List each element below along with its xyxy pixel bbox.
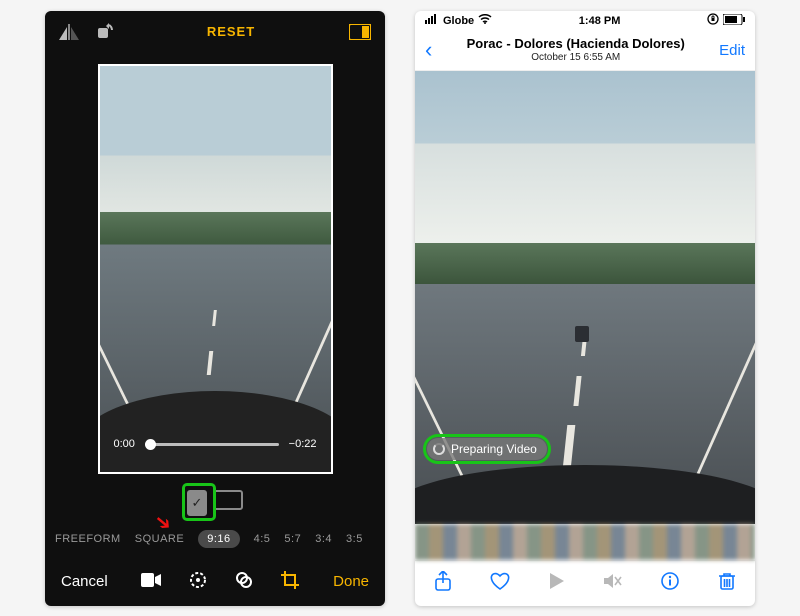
status-bar: Globe 1:48 PM: [415, 11, 755, 31]
ratio-4-5[interactable]: 4:5: [254, 533, 271, 545]
battery-icon: [723, 14, 745, 28]
signal-icon: [425, 14, 439, 27]
ratio-5-7[interactable]: 5:7: [284, 533, 301, 545]
crop-tool-icon[interactable]: [281, 571, 299, 593]
rotate-icon[interactable]: [95, 23, 113, 41]
datetime-subtitle: October 15 6:55 AM: [432, 52, 719, 64]
crop-editor-screen: RESET 0:00 −0:22 ✓ ➔ FREEF: [45, 11, 385, 606]
crop-frame[interactable]: 0:00 −0:22: [98, 64, 333, 474]
cancel-button[interactable]: Cancel: [61, 573, 108, 590]
editor-bottom-bar: Cancel Done: [45, 558, 385, 606]
aspect-ratio-row[interactable]: FREEFORM SQUARE 9:16 4:5 5:7 3:4 3:5: [45, 522, 385, 558]
trash-icon[interactable]: [719, 572, 735, 595]
location-title: Porac - Dolores (Hacienda Dolores): [432, 37, 719, 52]
video-preview: [100, 66, 331, 472]
reset-button[interactable]: RESET: [207, 24, 255, 39]
back-button[interactable]: ‹: [425, 37, 432, 63]
clock-label: 1:48 PM: [492, 15, 707, 27]
video-tool-icon[interactable]: [141, 573, 161, 591]
info-icon[interactable]: [661, 572, 679, 595]
thumbnail-strip[interactable]: [415, 524, 755, 560]
filters-tool-icon[interactable]: [235, 571, 253, 593]
play-icon: [550, 573, 564, 594]
orientation-row: ✓ ➔: [45, 486, 385, 522]
flip-horizontal-icon[interactable]: [59, 24, 79, 40]
spinner-icon: [433, 443, 445, 455]
viewer-toolbar: [415, 560, 755, 606]
photos-viewer-screen: Globe 1:48 PM ‹ Porac - Dolores (Haciend…: [415, 11, 755, 606]
adjust-tool-icon[interactable]: [189, 571, 207, 593]
mute-icon: [604, 573, 622, 594]
editor-top-bar: RESET: [45, 11, 385, 53]
nav-bar: ‹ Porac - Dolores (Hacienda Dolores) Oct…: [415, 31, 755, 71]
time-elapsed: 0:00: [114, 438, 135, 450]
done-button[interactable]: Done: [333, 573, 369, 590]
carrier-label: Globe: [443, 15, 474, 27]
ratio-3-5[interactable]: 3:5: [346, 533, 363, 545]
preparing-video-pill: Preparing Video: [427, 438, 547, 460]
time-remaining: −0:22: [289, 438, 317, 450]
preparing-label: Preparing Video: [451, 442, 537, 456]
edit-button[interactable]: Edit: [719, 42, 745, 59]
orientation-lock-icon: [707, 13, 719, 28]
orientation-landscape-button[interactable]: [213, 490, 243, 510]
video-timeline[interactable]: 0:00 −0:22: [114, 438, 317, 450]
ratio-9-16[interactable]: 9:16: [198, 530, 239, 548]
share-icon[interactable]: [435, 571, 451, 596]
media-viewport[interactable]: Preparing Video: [415, 71, 755, 524]
crop-stage[interactable]: 0:00 −0:22: [45, 53, 385, 486]
title-block: Porac - Dolores (Hacienda Dolores) Octob…: [432, 37, 719, 63]
ratio-3-4[interactable]: 3:4: [315, 533, 332, 545]
ratio-freeform[interactable]: FREEFORM: [55, 533, 121, 545]
scrubber-track[interactable]: [145, 443, 279, 446]
tutorial-highlight-box: [182, 483, 216, 521]
wifi-icon: [478, 14, 492, 27]
favorite-icon[interactable]: [490, 572, 510, 595]
aspect-preset-icon[interactable]: [349, 24, 371, 40]
